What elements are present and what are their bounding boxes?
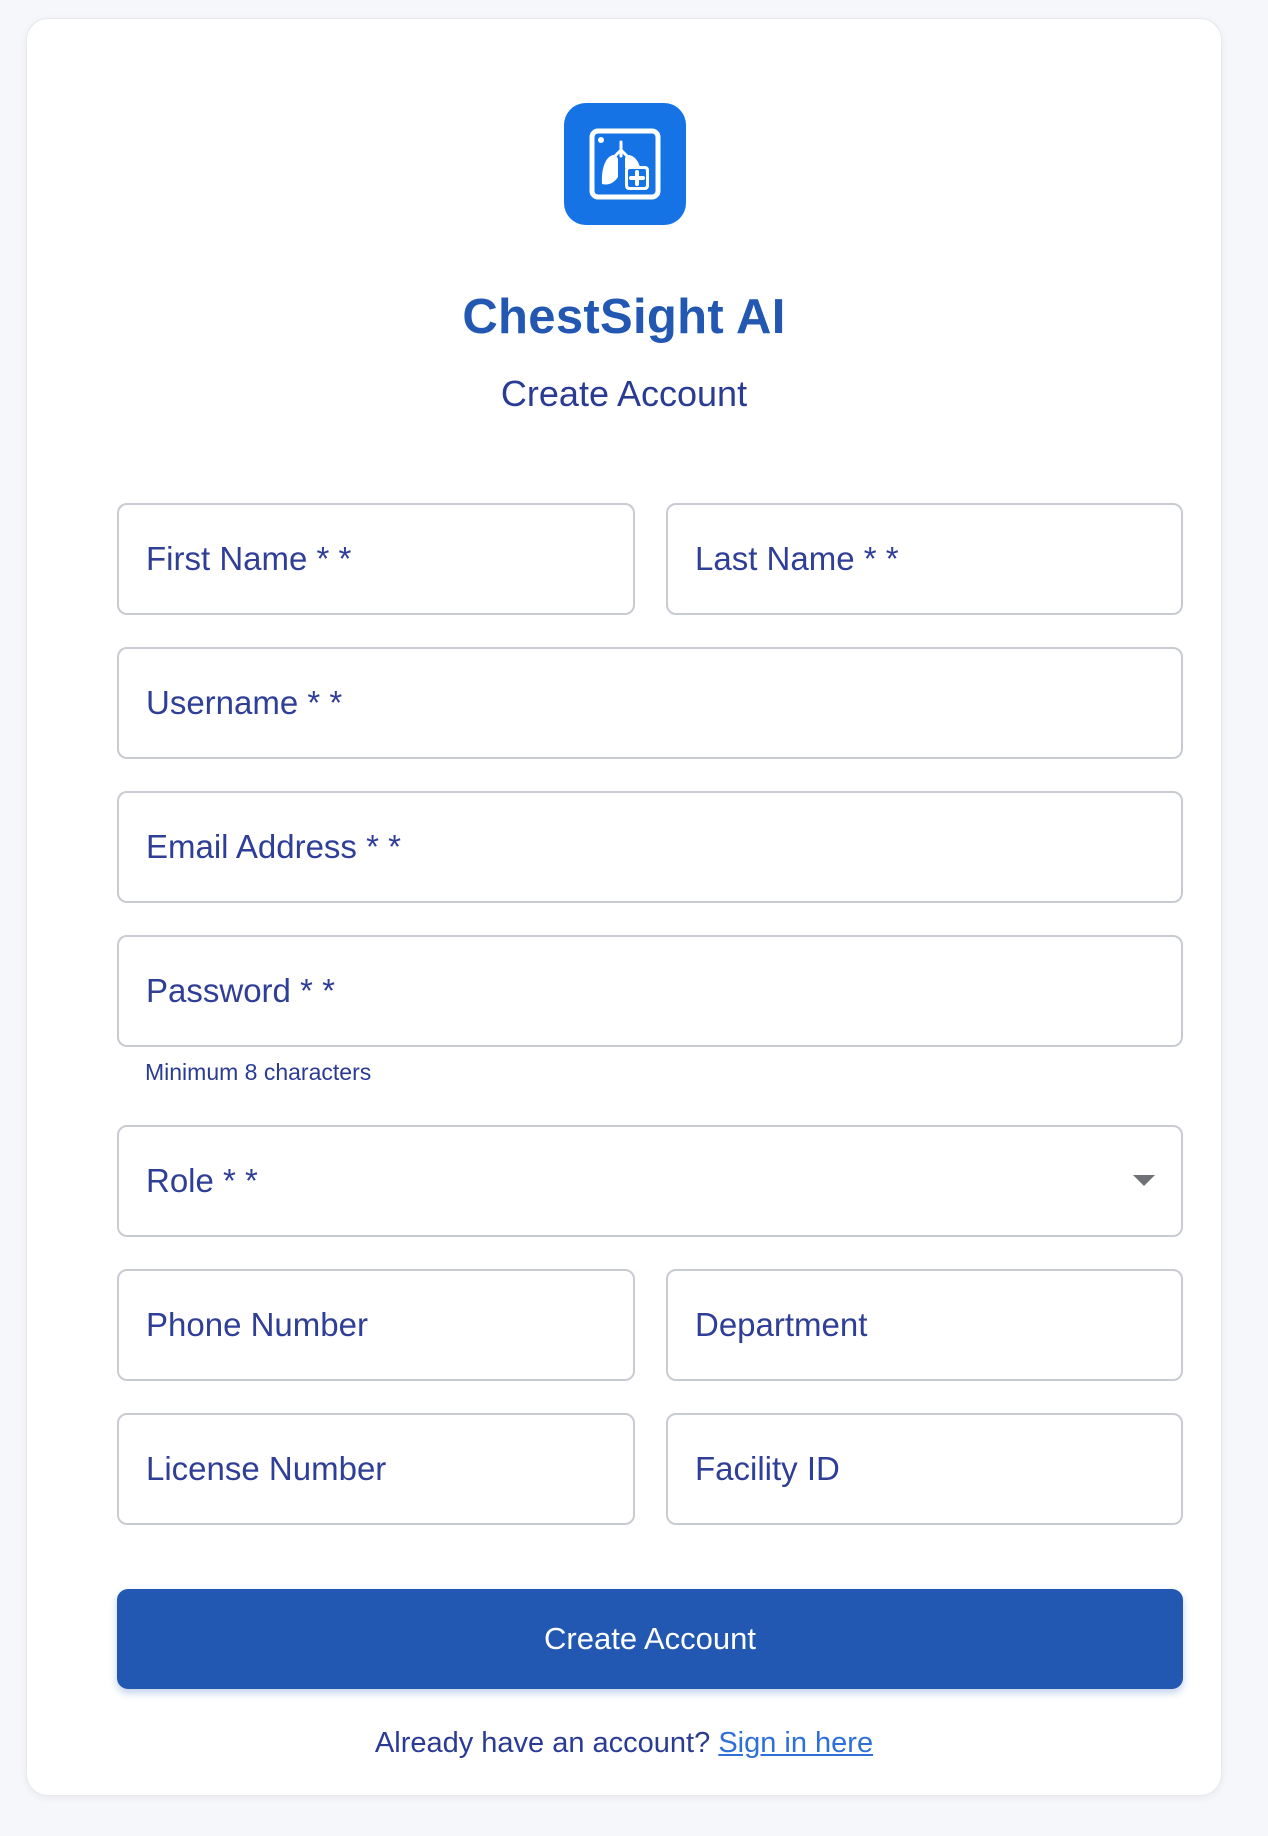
password-input[interactable] <box>119 937 1181 1045</box>
password-field[interactable] <box>117 935 1183 1047</box>
signup-card: ChestSight AI Create Account Minimum 8 c… <box>26 18 1222 1796</box>
last-name-input[interactable] <box>668 505 1181 613</box>
email-input[interactable] <box>119 793 1181 901</box>
lungs-xray-icon <box>564 103 686 225</box>
create-account-button[interactable]: Create Account <box>117 1589 1183 1689</box>
phone-field[interactable] <box>117 1269 635 1381</box>
password-helper-text: Minimum 8 characters <box>145 1059 372 1085</box>
role-select-label: Role * * <box>146 1162 258 1199</box>
page-subtitle: Create Account <box>500 373 748 414</box>
phone-input[interactable] <box>119 1271 633 1379</box>
first-name-field[interactable] <box>117 503 635 615</box>
department-input[interactable] <box>668 1271 1181 1379</box>
department-field[interactable] <box>666 1269 1183 1381</box>
email-field[interactable] <box>117 791 1183 903</box>
last-name-field[interactable] <box>666 503 1183 615</box>
signin-prompt-text: Already have an account? <box>374 1727 711 1759</box>
username-input[interactable] <box>119 649 1181 757</box>
chevron-down-icon <box>1133 1175 1155 1186</box>
role-select[interactable]: Role * * <box>117 1125 1183 1237</box>
license-input[interactable] <box>119 1415 633 1523</box>
facility-input[interactable] <box>668 1415 1181 1523</box>
first-name-input[interactable] <box>119 505 633 613</box>
sign-in-link[interactable]: Sign in here <box>718 1727 873 1759</box>
signin-prompt: Already have an account? Sign in here <box>27 1727 1221 1760</box>
app-title: ChestSight AI <box>462 290 786 344</box>
facility-field[interactable] <box>666 1413 1183 1525</box>
username-field[interactable] <box>117 647 1183 759</box>
license-field[interactable] <box>117 1413 635 1525</box>
